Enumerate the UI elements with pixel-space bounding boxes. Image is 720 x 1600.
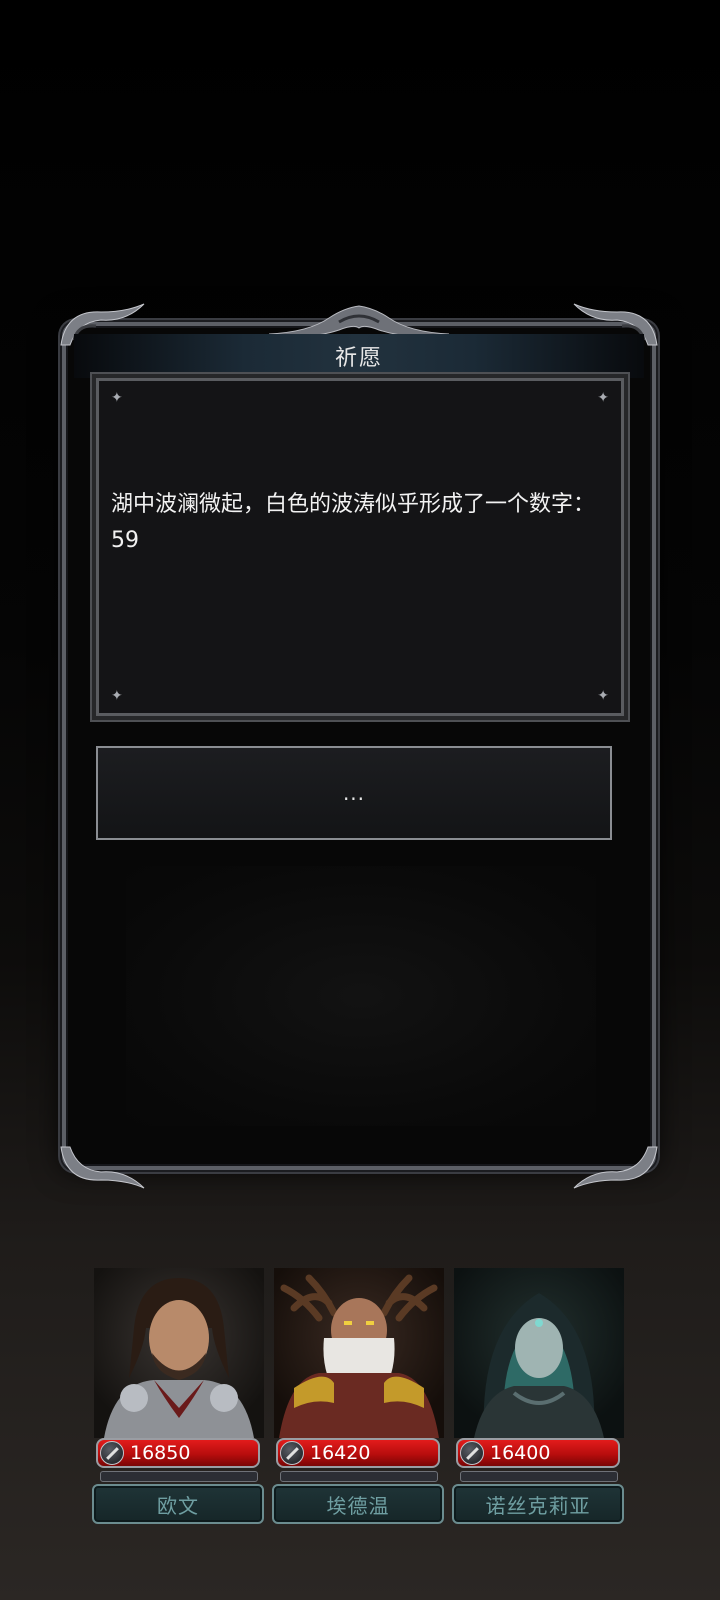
hp-value: 16850 [130,1442,191,1464]
hero-card[interactable]: 16850 欧文 [90,1268,268,1530]
sparkle-icon: ✦ [597,390,609,406]
frame-ornament-icon [573,1146,658,1189]
energy-bar [460,1471,618,1482]
frame-ornament-icon [60,1146,145,1189]
party-panel: 16850 欧文 16420 埃德温 16400 诺丝克莉亚 [90,1268,630,1530]
game-screen: 祈愿 ✦ ✦ ✦ ✦ 湖中波澜微起，白色的波涛似乎形成了一个数字：59 ... [0,0,720,1600]
message-text: 湖中波澜微起，白色的波涛似乎形成了一个数字：59 [111,492,596,553]
hero-name-plate: 埃德温 [272,1484,444,1524]
hero-name-plate: 欧文 [92,1484,264,1524]
sparkle-icon: ✦ [597,688,609,704]
hero-portrait [94,1268,264,1438]
hero-portrait [454,1268,624,1438]
sparkle-icon: ✦ [111,390,123,406]
hp-value: 16420 [310,1442,371,1464]
continue-choice-button[interactable]: ... [96,746,612,840]
hp-bar: 16400 [456,1438,620,1468]
hero-name-plate: 诺丝克莉亚 [452,1484,624,1524]
hero-name: 欧文 [157,1493,199,1518]
choice-label: ... [342,781,366,805]
energy-bar [280,1471,438,1482]
wish-dialog: 祈愿 ✦ ✦ ✦ ✦ 湖中波澜微起，白色的波涛似乎形成了一个数字：59 ... [60,303,658,1189]
dialog-title: 祈愿 [334,346,383,371]
sword-icon [460,1441,484,1465]
sparkle-icon: ✦ [111,688,123,704]
dialog-background-texture [126,866,596,1126]
hero-portrait [274,1268,444,1438]
sword-icon [280,1441,304,1465]
hero-name: 诺丝克莉亚 [485,1493,591,1518]
hp-bar: 16850 [96,1438,260,1468]
hp-bar: 16420 [276,1438,440,1468]
hero-card[interactable]: 16400 诺丝克莉亚 [450,1268,628,1530]
message-box: ✦ ✦ ✦ ✦ 湖中波澜微起，白色的波涛似乎形成了一个数字：59 [96,378,624,716]
sword-icon [100,1441,124,1465]
hero-name: 埃德温 [326,1493,390,1518]
energy-bar [100,1471,258,1482]
hp-value: 16400 [490,1442,551,1464]
hero-card[interactable]: 16420 埃德温 [270,1268,448,1530]
